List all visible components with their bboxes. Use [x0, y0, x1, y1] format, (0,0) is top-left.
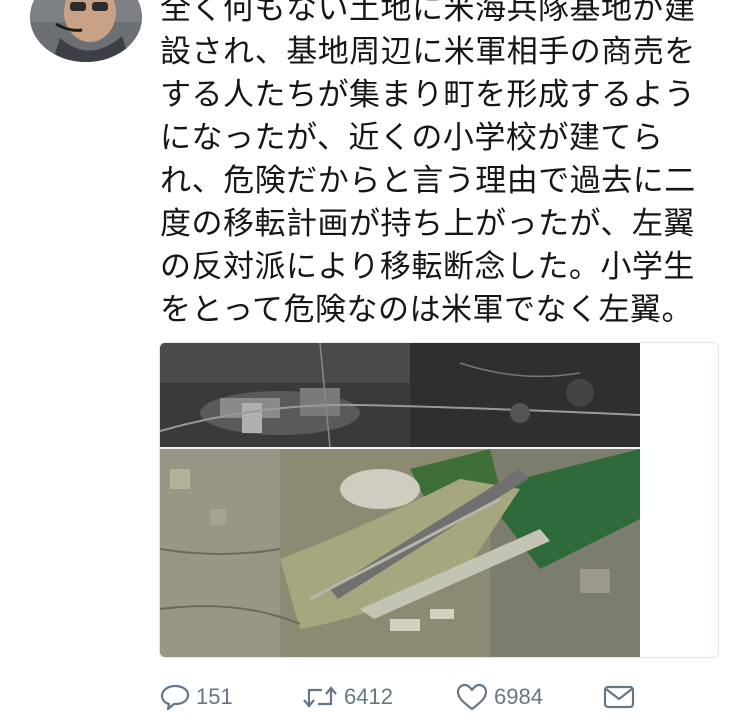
- retweet-icon: [303, 686, 337, 708]
- reply-count: 151: [196, 684, 233, 709]
- tweet-text-line: 設され、基地周辺に米軍相手の商売を: [160, 34, 696, 70]
- tweet-text-line: をとって危険なのは米軍でなく左翼。: [160, 292, 694, 328]
- tweet-text-line: 度の移転計画が持ち上がったが、左翼: [160, 206, 695, 242]
- tweet-actions: 151 6412 6984: [160, 680, 640, 714]
- user-avatar[interactable]: [30, 0, 142, 62]
- like-count: 6984: [494, 684, 543, 709]
- aerial-photo-current[interactable]: [160, 449, 640, 657]
- reply-button[interactable]: 151: [160, 680, 233, 714]
- tweet-text-line: れ、危険だからと言う理由で過去に二: [160, 163, 696, 199]
- direct-message-button[interactable]: [603, 680, 635, 714]
- like-icon: [456, 683, 488, 711]
- retweet-button[interactable]: 6412: [302, 680, 393, 714]
- tweet-text-line: になったが、近くの小学校が建てら: [160, 120, 664, 156]
- like-button[interactable]: 6984: [456, 680, 543, 714]
- retweet-count: 6412: [344, 684, 393, 709]
- aerial-photo-historical[interactable]: [160, 343, 640, 447]
- tweet-text-line: する人たちが集まり町を形成するよう: [160, 77, 696, 113]
- tweet-text: 全く何もない土地に米海兵隊基地が建 設され、基地周辺に米軍相手の商売を する人た…: [160, 0, 720, 332]
- tweet-media-card[interactable]: [159, 342, 719, 658]
- direct-message-icon: [603, 685, 635, 709]
- reply-icon: [160, 684, 190, 711]
- tweet-text-line: の反対派により移転断念した。小学生: [160, 249, 695, 285]
- tweet-text-line: 全く何もない土地に米海兵隊基地が建: [160, 0, 696, 27]
